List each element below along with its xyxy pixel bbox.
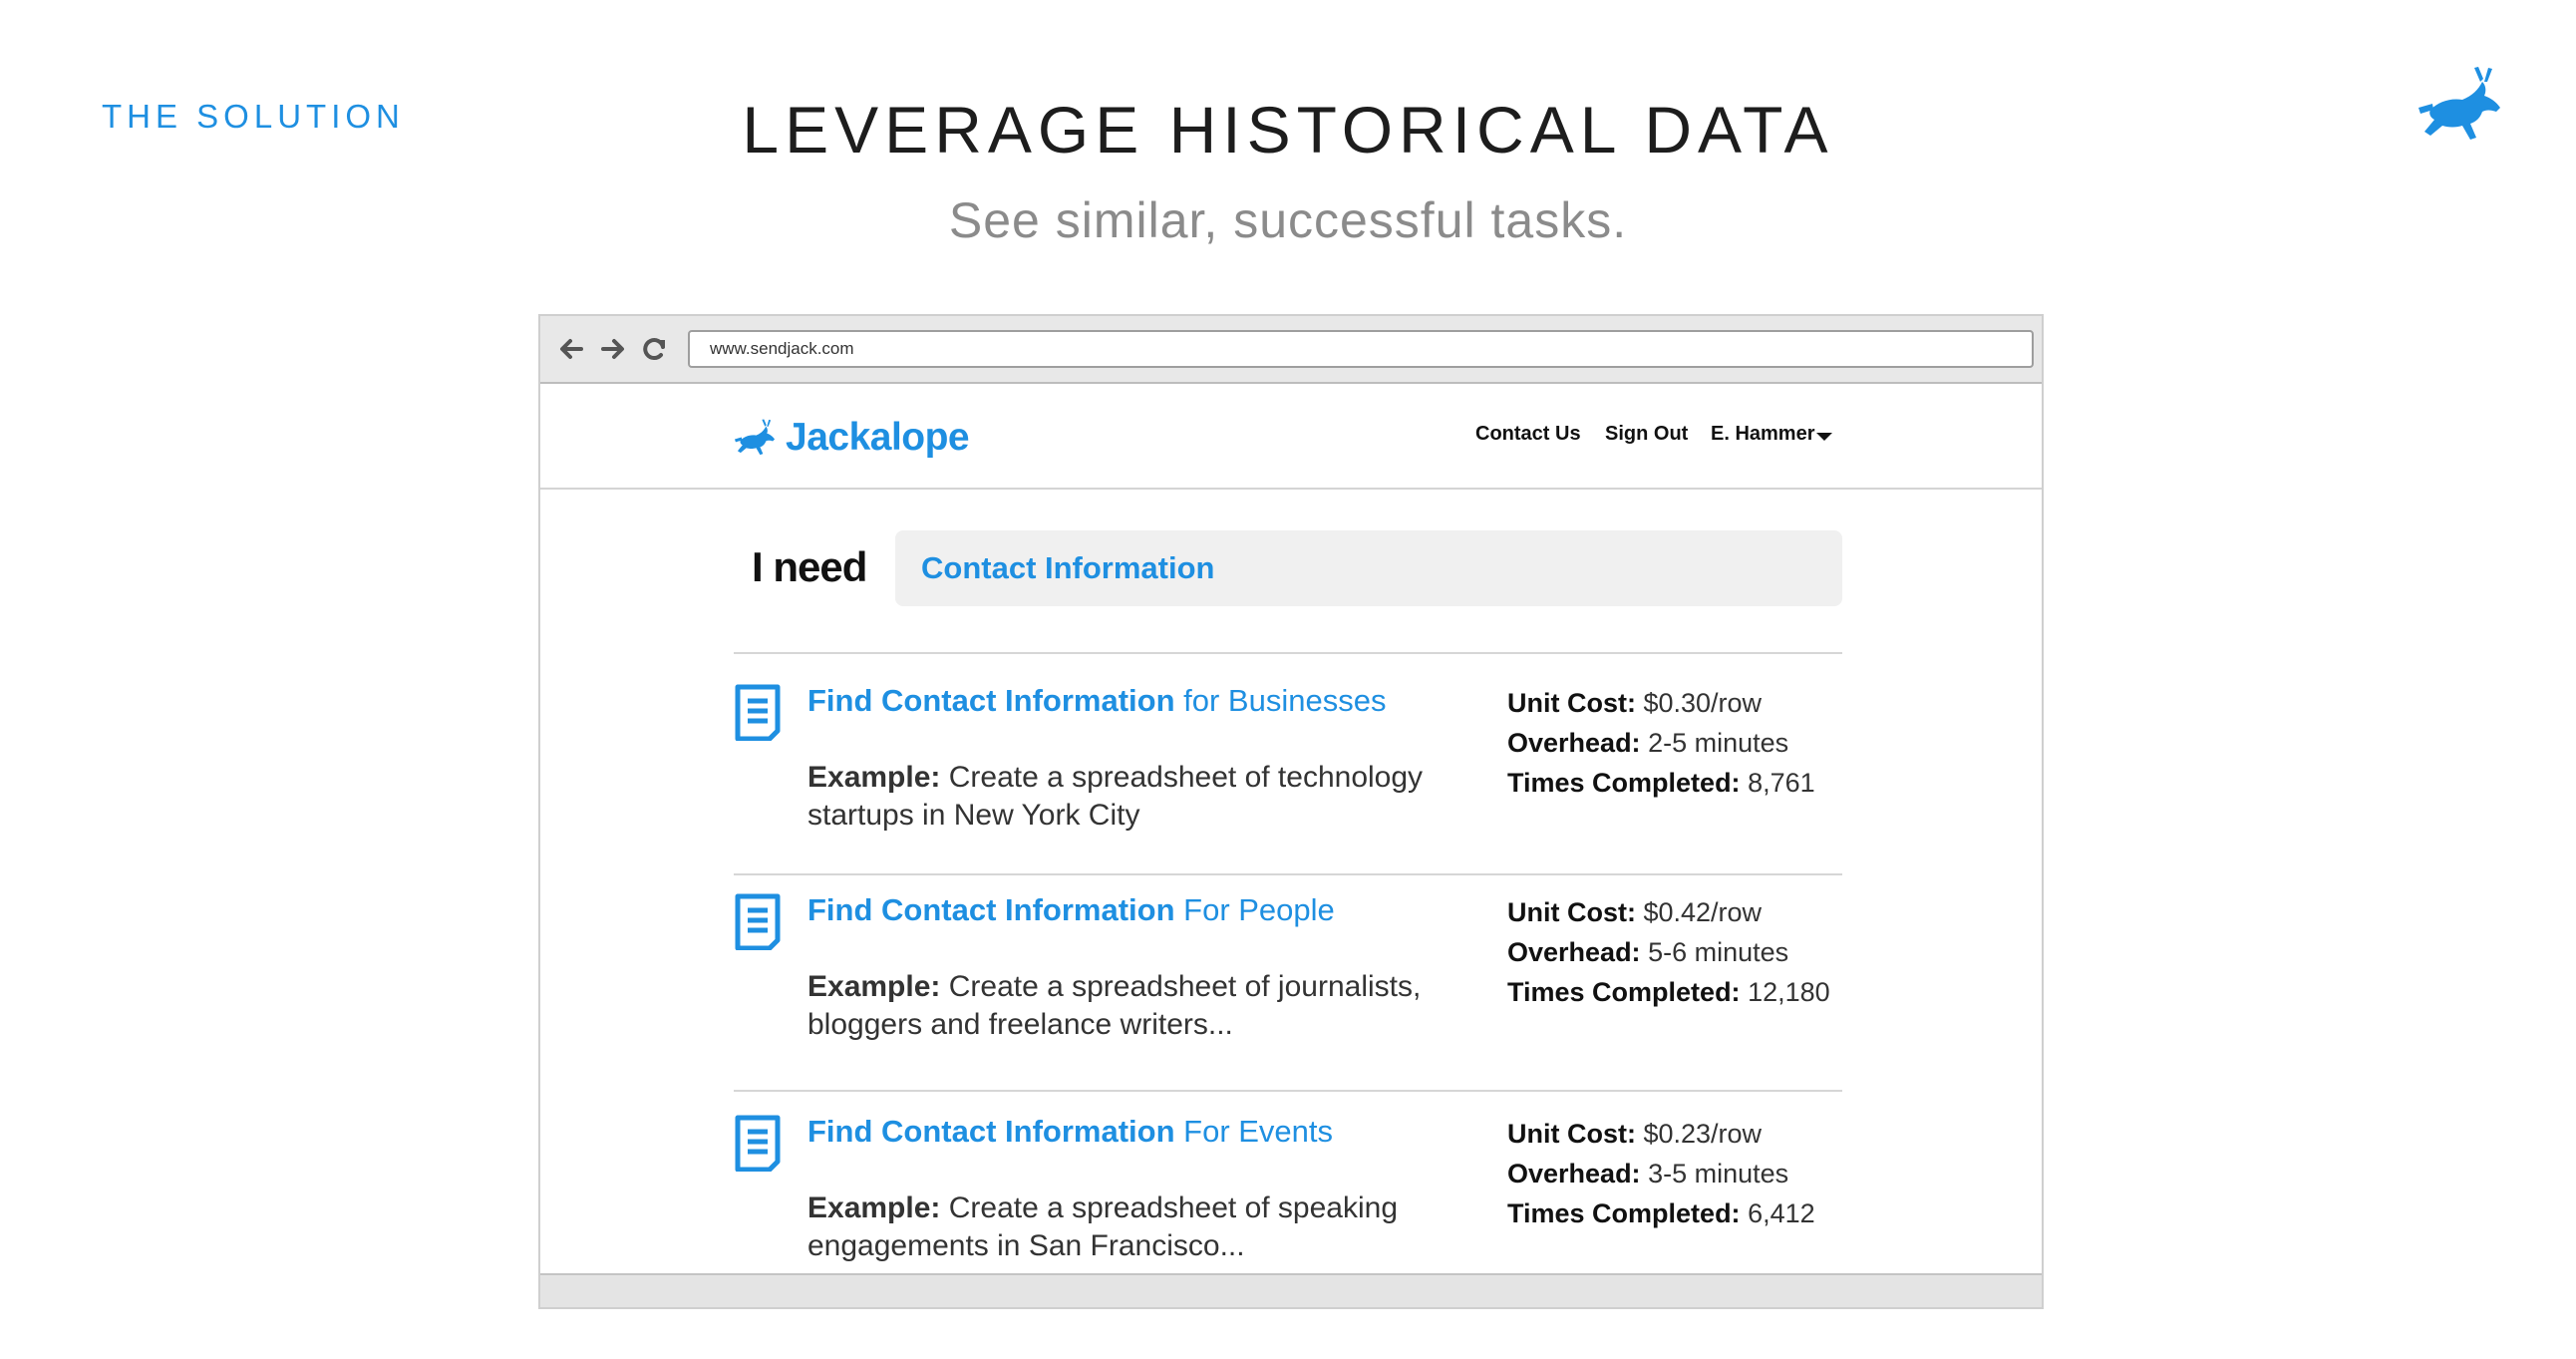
need-label: I need [752,543,867,590]
overhead-value: 3-5 minutes [1640,1159,1789,1189]
contact-us-link[interactable]: Contact Us [1475,423,1581,446]
task-stats: Unit Cost: $0.30/row Overhead: 2-5 minut… [1507,683,1846,803]
back-arrow-icon[interactable] [556,334,586,364]
times-completed-value: 6,412 [1740,1198,1815,1228]
task-title-rest: For People [1174,892,1335,927]
task-item[interactable]: Find Contact Information For People Exam… [734,892,1842,1092]
forward-arrow-icon[interactable] [598,334,628,364]
reload-icon[interactable] [640,334,670,364]
task-title-link[interactable]: Find Contact Information for Businesses [807,683,1386,719]
divider [734,873,1842,875]
site-header: Jackalope Contact Us Sign Out E. Hammer [540,384,2042,490]
browser-toolbar: www.sendjack.com [540,316,2042,384]
task-example: Example: Create a spreadsheet of technol… [807,759,1465,835]
task-title-rest: for Businesses [1174,683,1387,718]
times-completed-value: 12,180 [1740,977,1830,1007]
task-title-strong: Find Contact Information [807,892,1175,927]
browser-status-bar [540,1273,2042,1307]
user-menu[interactable]: E. Hammer [1711,423,1815,446]
unit-cost-value: $0.30/row [1635,688,1763,718]
times-completed-label: Times Completed: [1507,1198,1741,1228]
task-stats: Unit Cost: $0.42/row Overhead: 5-6 minut… [1507,892,1846,1012]
task-stats: Unit Cost: $0.23/row Overhead: 3-5 minut… [1507,1114,1846,1233]
overhead-value: 5-6 minutes [1640,937,1789,967]
task-example: Example: Create a spreadsheet of journal… [807,968,1465,1044]
document-icon [735,893,781,950]
sign-out-link[interactable]: Sign Out [1605,423,1688,446]
task-title-link[interactable]: Find Contact Information For Events [807,1114,1333,1150]
times-completed-value: 8,761 [1740,768,1815,798]
task-title-rest: For Events [1174,1114,1334,1149]
task-title-link[interactable]: Find Contact Information For People [807,892,1335,928]
example-label: Example: [807,1191,941,1224]
overhead-value: 2-5 minutes [1640,728,1789,758]
browser-window: www.sendjack.com Jackalope Contact Us Si… [538,314,2044,1309]
document-icon [735,1115,781,1172]
divider [734,652,1842,654]
unit-cost-label: Unit Cost: [1507,688,1636,718]
jackalope-icon [734,419,776,456]
overhead-label: Overhead: [1507,728,1641,758]
document-icon [735,684,781,741]
slide-title: LEVERAGE HISTORICAL DATA [742,93,1834,167]
times-completed-label: Times Completed: [1507,977,1741,1007]
jackalope-logo-icon [2418,67,2500,140]
need-search-input[interactable]: Contact Information [895,530,1842,606]
example-label: Example: [807,761,941,794]
divider [734,1090,1842,1092]
example-label: Example: [807,970,941,1003]
unit-cost-label: Unit Cost: [1507,897,1636,927]
brand-name: Jackalope [786,416,970,459]
task-item[interactable]: Find Contact Information for Businesses … [734,683,1842,882]
times-completed-label: Times Completed: [1507,768,1741,798]
address-bar[interactable]: www.sendjack.com [688,330,2034,368]
task-title-strong: Find Contact Information [807,1114,1175,1149]
unit-cost-label: Unit Cost: [1507,1119,1636,1149]
task-title-strong: Find Contact Information [807,683,1175,718]
overhead-label: Overhead: [1507,1159,1641,1189]
slide-subtitle: See similar, successful tasks. [948,192,1628,248]
task-example: Example: Create a spreadsheet of speakin… [807,1189,1465,1265]
unit-cost-value: $0.42/row [1635,897,1763,927]
unit-cost-value: $0.23/row [1635,1119,1763,1149]
overhead-label: Overhead: [1507,937,1641,967]
chevron-down-icon[interactable] [1816,433,1832,441]
